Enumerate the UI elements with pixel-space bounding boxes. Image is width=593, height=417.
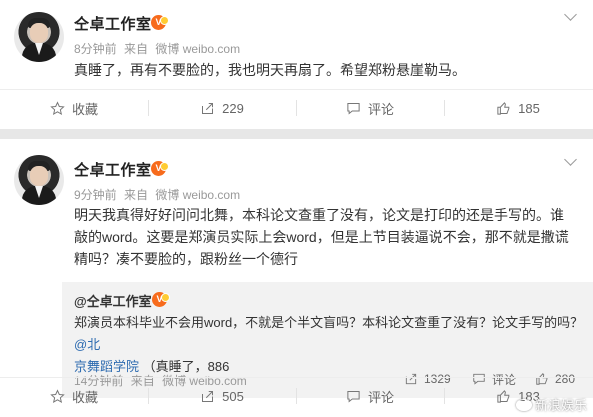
post-text-line: 敲的word。这要是郑演员实际上会word，但是上节目装逼说不会，那不就是撒谎 xyxy=(74,229,569,245)
weibo-post-1: 仝卓工作室 V 8分钟前 来自 微博 weibo.com 真睡了，再有不要脸的，… xyxy=(0,0,593,129)
star-icon xyxy=(50,100,65,115)
avatar[interactable] xyxy=(14,12,64,62)
favorite-label: 收藏 xyxy=(71,389,98,405)
like-icon xyxy=(497,101,510,115)
repost-icon xyxy=(202,390,214,402)
favorite-button[interactable]: 收藏 xyxy=(0,377,148,415)
comment-button[interactable]: 评论 xyxy=(296,377,444,415)
repost-count: 505 xyxy=(222,388,244,404)
favorite-label: 收藏 xyxy=(71,101,98,117)
source-prefix: 来自 xyxy=(124,42,149,56)
chevron-down-icon[interactable] xyxy=(564,153,577,166)
chevron-down-icon[interactable] xyxy=(564,8,577,21)
watermark: 新浪娱乐 xyxy=(515,395,587,414)
star-icon xyxy=(50,388,65,403)
post-text-line: 精吗？凑不要脸的，跟粉丝一个德行 xyxy=(74,251,298,267)
watermark-text: 新浪娱乐 xyxy=(534,398,587,413)
repost-icon xyxy=(202,102,214,114)
repost-button[interactable]: 505 xyxy=(148,377,296,415)
weibo-post-2: 仝卓工作室 V 9分钟前 来自 微博 weibo.com 明天我真得好好问问北舞… xyxy=(0,139,593,417)
like-button[interactable]: 185 xyxy=(444,89,592,127)
action-bar: 收藏 229 评论 185 xyxy=(0,89,593,127)
verified-badge-icon: V xyxy=(151,15,169,30)
like-count: 185 xyxy=(518,100,540,116)
post-meta: 8分钟前 来自 微博 weibo.com xyxy=(74,40,244,57)
favorite-button[interactable]: 收藏 xyxy=(0,89,148,127)
post-source[interactable]: 微博 weibo.com xyxy=(155,42,240,56)
repost-button[interactable]: 229 xyxy=(148,89,296,127)
comment-icon xyxy=(347,390,360,403)
post-meta: 9分钟前 来自 微博 weibo.com xyxy=(74,186,244,203)
username[interactable]: 仝卓工作室 xyxy=(74,13,152,34)
verified-badge-icon: V xyxy=(152,292,170,307)
comment-button[interactable]: 评论 xyxy=(296,89,444,127)
post-time[interactable]: 8分钟前 xyxy=(74,42,117,56)
post-source[interactable]: 微博 weibo.com xyxy=(155,188,240,202)
verified-badge-icon: V xyxy=(151,161,169,176)
post-text: 明天我真得好好问问北舞，本科论文查重了没有，论文是打印的还是手写的。谁 敲的wo… xyxy=(74,204,589,270)
quoted-username[interactable]: @仝卓工作室 xyxy=(74,291,152,310)
comment-label: 评论 xyxy=(367,101,394,117)
quoted-text-line: 郑演员本科毕业不会用word，不就是个半文盲吗？本科论文查重了没有？论文手写的吗… xyxy=(74,315,584,330)
weibo-logo-icon xyxy=(515,398,532,411)
action-bar: 收藏 505 评论 183 xyxy=(0,377,593,415)
username[interactable]: 仝卓工作室 xyxy=(74,159,152,180)
mention-link[interactable]: @北 xyxy=(74,337,100,352)
comment-label: 评论 xyxy=(367,389,394,405)
post-text: 真睡了，再有不要脸的，我也明天再扇了。希望郑粉悬崖勒马。 xyxy=(74,62,466,78)
repost-count: 229 xyxy=(222,100,244,116)
comment-icon xyxy=(347,102,360,115)
post-time[interactable]: 9分钟前 xyxy=(74,188,117,202)
source-prefix: 来自 xyxy=(124,188,149,202)
avatar[interactable] xyxy=(14,155,64,205)
post-text-line: 明天我真得好好问问北舞，本科论文查重了没有，论文是打印的还是手写的。谁 xyxy=(74,207,564,223)
like-icon xyxy=(497,389,510,403)
